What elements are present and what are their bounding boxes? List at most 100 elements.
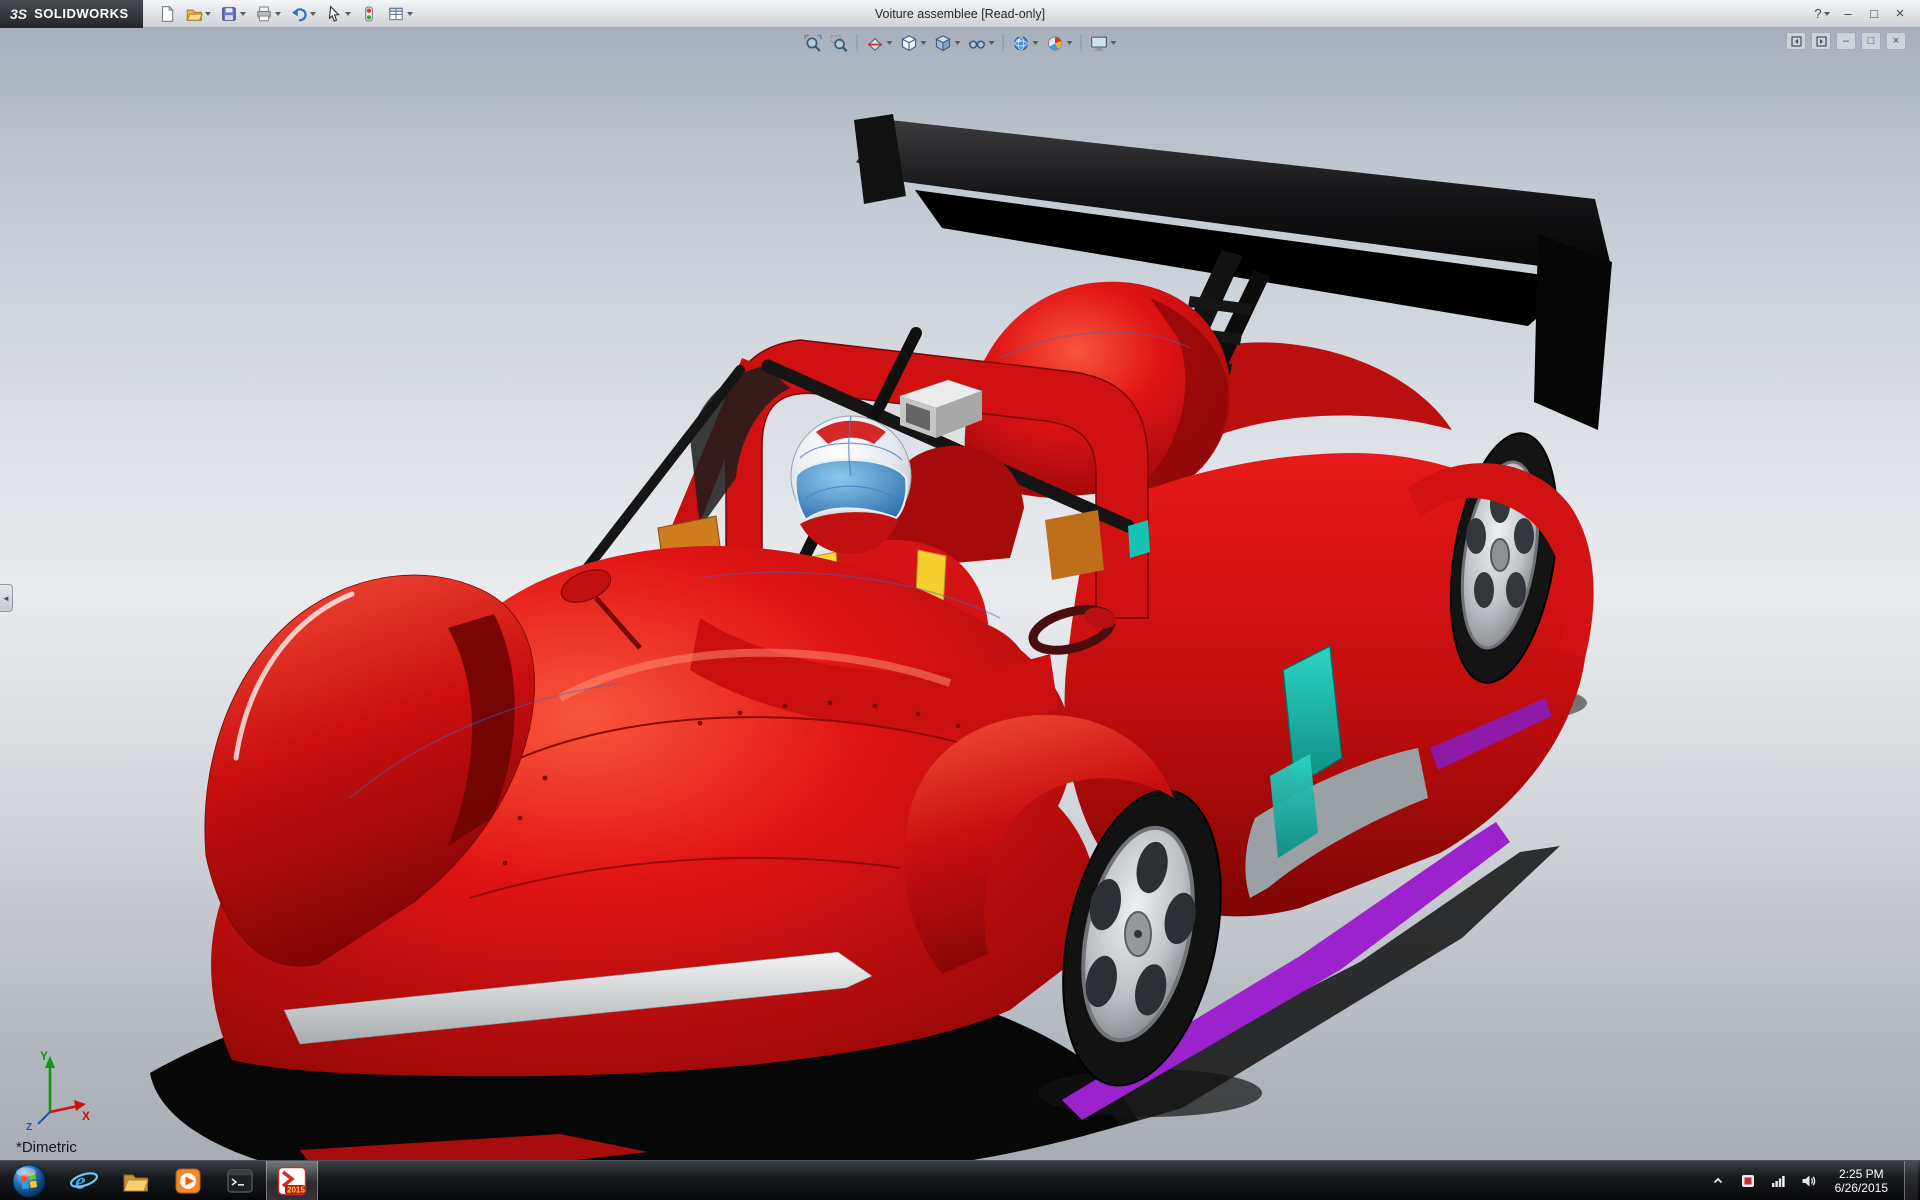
tray-app-button[interactable] <box>1737 1167 1759 1195</box>
undo-icon <box>291 7 307 21</box>
window-controls: ? – □ × <box>1810 3 1920 25</box>
options-dropdown-caret <box>406 11 413 16</box>
help-button[interactable]: ? <box>1810 3 1834 25</box>
taskbar: e 2015 2:25 PM 6/26/2015 <box>0 1160 1920 1200</box>
triad-z-label: Z <box>26 1122 32 1132</box>
internet-explorer-button[interactable]: e <box>58 1161 110 1200</box>
orientation-triad[interactable]: X Y Z <box>22 1048 100 1132</box>
view-settings-icon <box>1091 36 1107 51</box>
apply-scene-icon <box>1013 35 1029 51</box>
edit-appearance-icon <box>1047 35 1063 51</box>
panel-collapse-tab[interactable]: ◄ <box>0 584 13 612</box>
view-orientation-caret <box>920 41 927 45</box>
print-button[interactable] <box>252 2 284 26</box>
view-orientation-label: *Dimetric <box>16 1139 77 1156</box>
clock-time: 2:25 PM <box>1838 1166 1884 1181</box>
toolbar-separator <box>1002 34 1004 52</box>
display-style-icon <box>935 34 951 51</box>
undo-dropdown-caret <box>309 11 316 16</box>
volume-icon <box>1802 1175 1815 1186</box>
options-icon <box>388 7 403 20</box>
brand-logo: 3S SOLIDWORKS <box>0 0 143 28</box>
dassault-logo-icon: 3S <box>10 5 28 22</box>
previous-pane-icon <box>1790 35 1802 47</box>
clock-date: 6/26/2015 <box>1834 1180 1888 1195</box>
minimize-document-button[interactable]: – <box>1836 32 1856 50</box>
save-icon <box>221 6 236 21</box>
zoom-to-fit-button[interactable] <box>801 30 826 56</box>
restore-document-button[interactable]: □ <box>1861 32 1881 50</box>
command-prompt-button[interactable] <box>214 1161 266 1200</box>
solidworks-window: 3S SOLIDWORKS Voiture assemblee [Read-on… <box>0 0 1920 1200</box>
restore-button[interactable]: □ <box>1862 3 1886 25</box>
hide-show-items-caret <box>988 41 995 45</box>
apply-scene-button[interactable] <box>1009 30 1042 56</box>
file-explorer-button[interactable] <box>110 1161 162 1200</box>
undo-button[interactable] <box>287 2 319 26</box>
select-dropdown-caret <box>344 11 351 16</box>
edit-appearance-caret <box>1066 41 1073 45</box>
sw-version-badge: 2015 <box>287 1185 305 1194</box>
model-canvas[interactable] <box>0 58 1920 1160</box>
solidworks-taskbar-button[interactable]: 2015 <box>266 1160 318 1200</box>
titlebar: 3S SOLIDWORKS Voiture assemblee [Read-on… <box>0 0 1920 28</box>
heads-up-view-toolbar <box>801 30 1120 56</box>
triad-x-label: X <box>82 1109 90 1123</box>
section-view-caret <box>886 41 893 45</box>
volume-button[interactable] <box>1797 1167 1819 1195</box>
internet-explorer-icon: e <box>69 1169 99 1195</box>
network-button[interactable] <box>1767 1167 1789 1195</box>
close-button[interactable]: × <box>1888 3 1912 25</box>
rebuild-icon <box>364 5 373 22</box>
select-cursor-icon <box>328 4 340 22</box>
view-settings-button[interactable] <box>1087 30 1120 56</box>
edit-appearance-button[interactable] <box>1043 30 1076 56</box>
main-toolbar <box>155 2 416 26</box>
display-style-caret <box>954 41 961 45</box>
new-document-icon <box>161 4 174 22</box>
previous-pane-button[interactable] <box>1786 32 1806 50</box>
new-button[interactable] <box>155 2 179 26</box>
view-orientation-button[interactable] <box>897 30 930 56</box>
show-desktop-button[interactable] <box>1904 1161 1918 1200</box>
zoom-to-fit-icon <box>804 34 822 52</box>
media-player-icon <box>175 1168 201 1193</box>
brand-name: SOLIDWORKS <box>34 6 129 21</box>
taskbar-clock[interactable]: 2:25 PM 6/26/2015 <box>1827 1161 1896 1200</box>
tray-app-icon <box>1741 1174 1754 1187</box>
help-dropdown-caret <box>1823 11 1830 16</box>
chevron-up-icon <box>1713 1177 1722 1183</box>
display-style-button[interactable] <box>931 30 964 56</box>
open-button[interactable] <box>182 2 214 26</box>
rebuild-button[interactable] <box>357 2 381 26</box>
print-icon <box>256 5 271 21</box>
zoom-to-area-button[interactable] <box>827 30 852 56</box>
minimize-button[interactable]: – <box>1836 3 1860 25</box>
zoom-to-area-icon <box>830 34 848 52</box>
svg-text:e: e <box>75 1169 86 1195</box>
select-button[interactable] <box>322 2 354 26</box>
file-explorer-icon <box>123 1174 149 1191</box>
apply-scene-caret <box>1032 41 1039 45</box>
options-button[interactable] <box>384 2 416 26</box>
network-icon <box>1771 1175 1785 1187</box>
start-orb-icon <box>12 1164 46 1197</box>
open-dropdown-caret <box>204 11 211 16</box>
close-document-button[interactable]: × <box>1886 32 1906 50</box>
triad-y-label: Y <box>40 1049 48 1063</box>
next-pane-button[interactable] <box>1811 32 1831 50</box>
tray-expand-button[interactable] <box>1707 1167 1729 1195</box>
graphics-viewport[interactable]: – □ × X Y Z *Dimetric ◄ <box>0 28 1920 1160</box>
section-view-button[interactable] <box>863 30 896 56</box>
view-orientation-icon <box>901 34 917 51</box>
system-tray: 2:25 PM 6/26/2015 <box>1707 1161 1920 1200</box>
save-dropdown-caret <box>239 11 246 16</box>
solidworks-2015-icon: 2015 <box>277 1166 307 1195</box>
start-button[interactable] <box>0 1161 58 1200</box>
window-title: Voiture assemblee [Read-only] <box>874 6 1046 21</box>
media-player-button[interactable] <box>162 1161 214 1200</box>
hide-show-items-button[interactable] <box>965 30 998 56</box>
save-button[interactable] <box>217 2 249 26</box>
print-dropdown-caret <box>274 11 281 16</box>
document-window-controls: – □ × <box>1786 32 1906 50</box>
